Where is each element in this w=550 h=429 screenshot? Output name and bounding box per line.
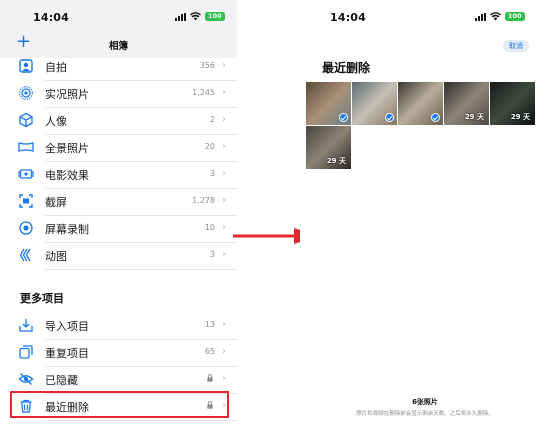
status-bar: 14:04 100 xyxy=(300,0,550,30)
selected-check-icon xyxy=(431,113,440,122)
cellular-signal-icon xyxy=(475,12,486,21)
album-label: 自拍 xyxy=(45,61,67,74)
album-count: 20 xyxy=(204,142,215,151)
days-remaining: 29 天 xyxy=(326,157,346,165)
panorama-icon xyxy=(18,142,34,152)
divider xyxy=(45,419,237,420)
album-count: 1,278 xyxy=(192,196,215,205)
more-items-header: 更多项目 xyxy=(20,292,64,305)
recently-deleted-highlight xyxy=(10,391,229,418)
record-icon xyxy=(19,221,33,235)
album-label: 已隐藏 xyxy=(45,374,78,387)
status-icons: 100 xyxy=(475,12,525,21)
status-bar: 14:04 100 xyxy=(0,0,237,30)
lock-icon xyxy=(207,374,213,382)
cellular-signal-icon xyxy=(175,12,186,21)
album-count: 13 xyxy=(204,320,215,329)
cancel-button[interactable]: 取消 xyxy=(503,40,529,52)
cube-icon xyxy=(19,112,33,128)
album-count: 3 xyxy=(209,250,215,259)
days-remaining: 29 天 xyxy=(510,113,530,121)
chevron-right-icon: › xyxy=(222,87,226,98)
photo-thumbnail[interactable] xyxy=(306,82,351,125)
chevron-right-icon: › xyxy=(222,346,226,357)
album-row-portrait[interactable]: 人像 2 › xyxy=(0,107,237,134)
album-count: 10 xyxy=(204,223,215,232)
album-count: 356 xyxy=(199,61,215,70)
photo-thumbnail[interactable]: 29 天 xyxy=(306,126,351,169)
duplicate-icon xyxy=(19,345,33,359)
album-label: 导入项目 xyxy=(45,320,89,333)
album-row-hidden[interactable]: 已隐藏 › xyxy=(0,366,237,393)
cinematic-icon xyxy=(18,169,34,179)
deletion-note: 照片和视频在删除前会显示剩余天数。之后将永久删除。 xyxy=(356,411,494,417)
album-count: 65 xyxy=(204,347,215,356)
album-row-cinematic[interactable]: 电影效果 3 › xyxy=(0,161,237,188)
screenshot-icon xyxy=(19,194,33,208)
album-label: 动图 xyxy=(45,250,67,263)
album-row-animated[interactable]: 动图 3 › xyxy=(0,242,237,269)
album-label: 重复项目 xyxy=(45,347,89,360)
album-label: 全景照片 xyxy=(45,142,89,155)
album-row-panoramas[interactable]: 全景照片 20 › xyxy=(0,134,237,161)
animated-icon xyxy=(19,248,31,262)
album-count: 3 xyxy=(209,169,215,178)
live-photo-icon xyxy=(19,86,33,100)
album-row-selfie[interactable]: 自拍 356 › xyxy=(0,53,237,80)
status-time: 14:04 xyxy=(33,11,70,24)
selected-check-icon xyxy=(339,113,348,122)
photo-thumbnail[interactable]: 29 天 xyxy=(444,82,489,125)
photo-thumbnail[interactable] xyxy=(352,82,397,125)
eye-slash-icon xyxy=(18,373,34,385)
chevron-right-icon: › xyxy=(222,60,226,71)
photo-thumbnail[interactable]: 29 天 xyxy=(490,82,535,125)
album-row-screenshots[interactable]: 截屏 1,278 › xyxy=(0,188,237,215)
album-row-live-photos[interactable]: 实况照片 1,245 › xyxy=(0,80,237,107)
album-label: 电影效果 xyxy=(45,169,89,182)
import-icon xyxy=(19,319,33,332)
status-icons: 100 xyxy=(175,12,225,21)
chevron-right-icon: › xyxy=(222,373,226,384)
album-row-screen-recordings[interactable]: 屏幕录制 10 › xyxy=(0,215,237,242)
album-row-duplicates[interactable]: 重复项目 65 › xyxy=(0,339,237,366)
photo-thumbnail[interactable] xyxy=(398,82,443,125)
album-label: 截屏 xyxy=(45,196,67,209)
album-label: 实况照片 xyxy=(45,88,89,101)
divider xyxy=(45,268,237,269)
album-count: 1,245 xyxy=(192,88,215,97)
photo-count: 6张照片 xyxy=(412,398,438,406)
status-time: 14:04 xyxy=(330,11,367,24)
album-label: 屏幕录制 xyxy=(45,223,89,236)
screenshot-root: 14:04 100 + 相簿 自拍 356 › 实况照片 1,245 › 人像 2 › 全景照片 2… xyxy=(0,0,550,429)
chevron-right-icon: › xyxy=(222,141,226,152)
album-label: 人像 xyxy=(45,115,67,128)
media-types-list: 自拍 356 › 实况照片 1,245 › 人像 2 › 全景照片 20 › 电影效果 3 › 截屏 1,278… xyxy=(0,53,237,269)
page-title: 最近删除 xyxy=(322,61,371,75)
chevron-right-icon: › xyxy=(222,195,226,206)
days-remaining: 29 天 xyxy=(464,113,484,121)
album-row-imports[interactable]: 导入项目 13 › xyxy=(0,312,237,339)
page-title: 相簿 xyxy=(108,41,128,52)
battery-icon: 100 xyxy=(505,12,525,21)
battery-icon: 100 xyxy=(205,12,225,21)
chevron-right-icon: › xyxy=(222,319,226,330)
albums-screen: 14:04 100 + 相簿 自拍 356 › 实况照片 1,245 › 人像 2 › 全景照片 2… xyxy=(0,0,237,429)
recently-deleted-screen: 14:04 100 取消 最近删除 29 天 29 天 29 天 6张照片 照片和视… xyxy=(300,0,550,429)
wifi-icon xyxy=(190,12,201,21)
selected-check-icon xyxy=(385,113,394,122)
chevron-right-icon: › xyxy=(222,222,226,233)
chevron-right-icon: › xyxy=(222,114,226,125)
chevron-right-icon: › xyxy=(222,249,226,260)
chevron-right-icon: › xyxy=(222,168,226,179)
wifi-icon xyxy=(490,12,501,21)
album-count: 2 xyxy=(209,115,215,124)
person-square-icon xyxy=(19,59,33,73)
